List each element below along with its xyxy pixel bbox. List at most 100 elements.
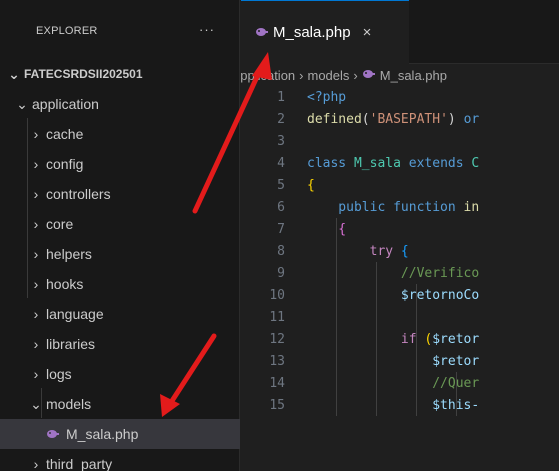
explorer-title: EXPLORER (36, 25, 98, 37)
folder-item[interactable]: › language (0, 299, 240, 329)
code-line: 2 defined('BASEPATH') or (241, 108, 559, 130)
breadcrumb-item-application[interactable]: application (241, 68, 295, 83)
code-token: $retor (307, 353, 480, 369)
close-icon[interactable]: × (363, 24, 372, 41)
tree-item-label: third_party (46, 456, 113, 471)
chevron-right-icon: › (299, 67, 304, 83)
folder-item[interactable]: › config (0, 149, 240, 179)
chevron-down-icon: ⌄ (8, 65, 20, 82)
code-line: 6 public function in (241, 196, 559, 218)
line-number: 2 (277, 111, 285, 127)
tree-item-label: application (32, 96, 99, 112)
line-number: 14 (269, 375, 285, 391)
code-line: 3 (241, 130, 559, 152)
code-line: 15 $this- (241, 394, 559, 416)
chevron-right-icon: › (33, 276, 39, 292)
tree-item-label: hooks (46, 276, 84, 292)
chevron-right-icon: › (33, 306, 39, 322)
chevron-right-icon: › (33, 186, 39, 202)
folder-item[interactable]: › hooks (0, 269, 240, 299)
breadcrumb-item-models[interactable]: models (308, 68, 350, 83)
explorer-sidebar: EXPLORER ··· ⌄ FATECSRDSII202501 ⌄ applic… (0, 0, 240, 471)
code-token: function (393, 199, 464, 215)
line-number: 5 (277, 177, 285, 193)
tree-item-label: core (46, 216, 74, 232)
chevron-right-icon: › (33, 156, 39, 172)
code-token: in (463, 199, 480, 215)
tree-item-label: models (46, 396, 92, 412)
chevron-down-icon: ⌄ (30, 395, 42, 412)
code-token: { (400, 243, 409, 259)
folder-item[interactable]: › third_party (0, 449, 240, 471)
code-token: //Quer (307, 375, 480, 391)
tree-item-label: M_sala.php (66, 426, 139, 442)
code-line: 7 { (241, 218, 559, 240)
explorer-header: EXPLORER ··· (0, 0, 240, 64)
code-token: $retornoCo (307, 287, 480, 303)
code-token: ) (447, 111, 464, 127)
line-number: 10 (269, 287, 285, 303)
folder-item[interactable]: › core (0, 209, 240, 239)
code-token: $this- (307, 397, 480, 413)
line-number: 15 (269, 397, 285, 413)
tab-bar: M_sala.php × (241, 0, 559, 64)
tab-m-sala[interactable]: M_sala.php × (241, 0, 409, 64)
project-folder-label: FATECSRDSII202501 (24, 67, 143, 81)
code-line: 9 //Verifico (241, 262, 559, 284)
more-actions-icon[interactable]: ··· (199, 22, 215, 37)
line-number: 9 (277, 265, 285, 281)
line-number: 1 (277, 89, 285, 105)
chevron-right-icon: › (353, 67, 358, 83)
chevron-right-icon: › (33, 336, 39, 352)
tree-item-label: language (46, 306, 104, 322)
code-line: 12 if ($retor (241, 328, 559, 350)
code-token: ( (361, 111, 370, 127)
code-token: if (307, 331, 425, 347)
folder-item[interactable]: ⌄ models (0, 389, 240, 419)
folder-item[interactable]: › libraries (0, 329, 240, 359)
chevron-right-icon: › (33, 246, 39, 262)
line-number: 11 (269, 309, 285, 325)
php-elephant-icon (362, 68, 376, 82)
chevron-right-icon: › (33, 216, 39, 232)
line-number: 7 (277, 221, 285, 237)
code-line: 1 <?php (241, 86, 559, 108)
file-item[interactable]: M_sala.php (0, 419, 240, 449)
line-number: 6 (277, 199, 285, 215)
code-token: M_sala (353, 155, 409, 171)
folder-item[interactable]: ⌄ application (0, 89, 240, 119)
code-line: 8 try { (241, 240, 559, 262)
code-token: { (307, 177, 315, 193)
breadcrumb-item-file[interactable]: M_sala.php (380, 68, 447, 83)
tree-item-label: libraries (46, 336, 96, 352)
chevron-right-icon: › (33, 126, 39, 142)
code-token: //Verifico (307, 265, 480, 281)
code-token: class (307, 155, 354, 171)
line-number: 13 (269, 353, 285, 369)
folder-item[interactable]: › cache (0, 119, 240, 149)
code-line: 5{ (241, 174, 559, 196)
chevron-right-icon: › (33, 366, 39, 382)
folder-item[interactable]: › logs (0, 359, 240, 389)
chevron-right-icon: › (33, 456, 39, 471)
code-token: try (307, 243, 401, 259)
line-number: 12 (269, 331, 285, 347)
folder-item[interactable]: › helpers (0, 239, 240, 269)
code-token: or (463, 111, 480, 127)
code-line: 14 //Quer (241, 372, 559, 394)
tab-label: M_sala.php (273, 24, 351, 41)
code-token: public (307, 199, 394, 215)
code-line: 11 (241, 306, 559, 328)
tree-item-label: helpers (46, 246, 92, 262)
project-folder[interactable]: ⌄ FATECSRDSII202501 (0, 59, 240, 89)
code-token: <?php (307, 89, 347, 105)
code-line: 4 class M_sala extends C (241, 152, 559, 174)
tree-item-label: cache (46, 126, 84, 142)
code-token: extends (408, 155, 472, 171)
code-line: 10 $retornoCo (241, 284, 559, 306)
code-token: C (471, 155, 480, 171)
line-number: 4 (277, 155, 285, 171)
code-line: 13 $retor (241, 350, 559, 372)
tree-item-label: logs (46, 366, 72, 382)
folder-item[interactable]: › controllers (0, 179, 240, 209)
